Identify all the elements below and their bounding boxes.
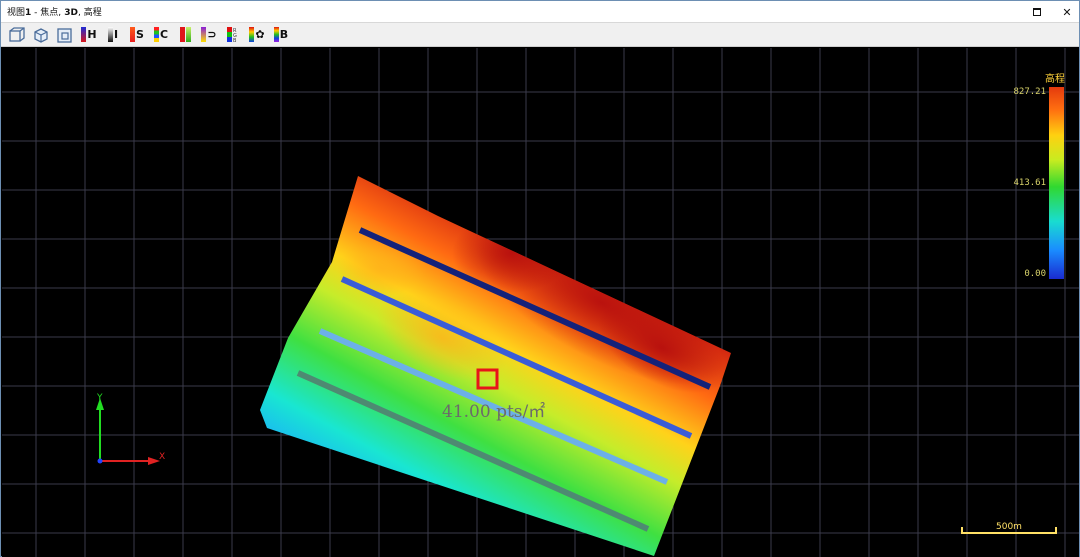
axis-x-label: X bbox=[159, 452, 166, 462]
window-title: 视图1 - 焦点, 3D, 高程 bbox=[7, 8, 102, 18]
class-c-ramp-icon bbox=[153, 27, 159, 42]
cube-front-icon bbox=[9, 26, 25, 42]
view-top-button[interactable] bbox=[55, 25, 75, 45]
green-ramp-icon bbox=[185, 27, 191, 42]
b-letter: B bbox=[279, 28, 289, 41]
cube-iso-icon bbox=[34, 27, 48, 43]
colorbar-title: 高程 bbox=[1045, 74, 1065, 85]
scale-bar-label: 500m bbox=[996, 522, 1022, 532]
axis-gizmo bbox=[96, 398, 160, 465]
colorbar-mid: 413.61 bbox=[1013, 178, 1046, 188]
3d-viewport[interactable]: 高程 827.21 413.61 0.00 41.00 pts/㎡ Y X 50… bbox=[2, 48, 1079, 557]
intensity-letter: I bbox=[113, 28, 119, 41]
color-classification-button[interactable]: S bbox=[127, 25, 147, 45]
rgb-text-icon: RGB bbox=[233, 28, 237, 43]
toolbar: H I S C ⊃ RGB ✿ B bbox=[1, 23, 1079, 47]
restore-button[interactable] bbox=[1031, 6, 1043, 18]
close-button[interactable]: ✕ bbox=[1061, 6, 1073, 19]
height-letter: H bbox=[87, 28, 97, 41]
viewer-window: 视图1 - 焦点, 3D, 高程 ✕ H I S C ⊃ R G B ✿ B 高… bbox=[0, 0, 1080, 557]
classification-ramp-icon bbox=[130, 27, 136, 42]
density-label: 41.00 pts/㎡ bbox=[442, 402, 546, 422]
settings-ramp-icon bbox=[249, 27, 255, 42]
height-ramp-icon bbox=[81, 27, 87, 42]
title-bar: 视图1 - 焦点, 3D, 高程 ✕ bbox=[1, 1, 1079, 23]
axis-y-label: Y bbox=[97, 393, 103, 403]
return-ramp-icon bbox=[201, 27, 207, 42]
view-iso-button[interactable] bbox=[31, 25, 51, 45]
colorbar-min: 0.00 bbox=[1024, 269, 1046, 279]
gear-icon: ✿ bbox=[255, 28, 265, 41]
b-ramp-icon bbox=[273, 27, 279, 42]
view-front-button[interactable] bbox=[7, 25, 27, 45]
rgb-ramp-icon bbox=[227, 27, 232, 42]
colorbar-ramp bbox=[1049, 87, 1064, 279]
color-ramp-button[interactable] bbox=[175, 25, 195, 45]
cube-top-icon bbox=[57, 27, 72, 43]
restore-icon bbox=[1033, 8, 1041, 16]
svg-text:B: B bbox=[233, 38, 237, 43]
red-ramp-icon bbox=[179, 27, 185, 42]
settings-button[interactable]: ✿ bbox=[247, 25, 267, 45]
point-cloud bbox=[260, 176, 731, 556]
class-c-letter: C bbox=[159, 28, 169, 41]
classification-letter: S bbox=[136, 28, 144, 41]
color-height-button[interactable]: H bbox=[79, 25, 99, 45]
scene-canvas bbox=[2, 48, 1079, 557]
color-rgb-button[interactable]: RGB bbox=[223, 25, 243, 45]
color-b-button[interactable]: B bbox=[271, 25, 291, 45]
colorbar-max: 827.21 bbox=[1013, 87, 1046, 97]
intensity-ramp-icon bbox=[107, 27, 113, 42]
return-letter: ⊃ bbox=[207, 28, 217, 41]
color-return-button[interactable]: ⊃ bbox=[199, 25, 219, 45]
color-intensity-button[interactable]: I bbox=[103, 25, 123, 45]
color-class-c-button[interactable]: C bbox=[151, 25, 171, 45]
